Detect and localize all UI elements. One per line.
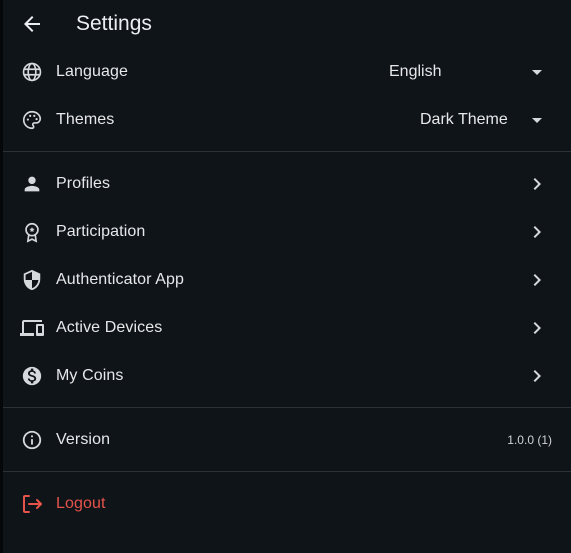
chevron-right-icon xyxy=(525,220,549,244)
caret-down-icon[interactable] xyxy=(525,108,549,132)
divider xyxy=(3,407,571,408)
menu-item-label: Authenticator App xyxy=(56,271,185,288)
logout-icon xyxy=(20,492,44,516)
version-value: 1.0.0 (1) xyxy=(507,433,552,447)
award-icon xyxy=(20,220,44,244)
devices-icon xyxy=(20,316,44,340)
coin-icon xyxy=(20,364,44,388)
menu-item-my-coins[interactable]: My Coins xyxy=(3,352,571,400)
menu-item-label: My Coins xyxy=(56,367,124,384)
language-setting[interactable]: Language English xyxy=(3,48,571,96)
chevron-right-icon xyxy=(525,268,549,292)
menu-item-participation[interactable]: Participation xyxy=(3,208,571,256)
logout-label: Logout xyxy=(56,495,106,512)
info-icon xyxy=(20,428,44,452)
arrow-back-icon[interactable] xyxy=(20,12,44,36)
globe-icon xyxy=(20,60,44,84)
themes-select-value[interactable]: Dark Theme xyxy=(420,110,508,130)
chevron-right-icon xyxy=(525,172,549,196)
chevron-right-icon xyxy=(525,316,549,340)
caret-down-icon[interactable] xyxy=(525,60,549,84)
settings-screen: Settings Language English Themes Dark Th… xyxy=(0,0,571,553)
palette-icon xyxy=(20,108,44,132)
menu-item-label: Participation xyxy=(56,223,146,240)
page-title: Settings xyxy=(76,12,152,35)
person-icon xyxy=(20,172,44,196)
shield-icon xyxy=(20,268,44,292)
version-info: Version 1.0.0 (1) xyxy=(3,416,571,464)
app-bar: Settings xyxy=(3,0,571,48)
menu-item-active-devices[interactable]: Active Devices xyxy=(3,304,571,352)
menu-item-profiles[interactable]: Profiles xyxy=(3,160,571,208)
language-select-value[interactable]: English xyxy=(389,62,441,82)
menu-item-authenticator-app[interactable]: Authenticator App xyxy=(3,256,571,304)
version-label: Version xyxy=(56,431,111,448)
divider xyxy=(3,151,571,152)
themes-label: Themes xyxy=(56,111,115,128)
chevron-right-icon xyxy=(525,364,549,388)
menu-item-label: Profiles xyxy=(56,175,111,192)
logout-button[interactable]: Logout xyxy=(3,480,571,528)
language-label: Language xyxy=(56,63,128,80)
divider xyxy=(3,471,571,472)
themes-setting[interactable]: Themes Dark Theme xyxy=(3,96,571,144)
menu-item-label: Active Devices xyxy=(56,319,163,336)
